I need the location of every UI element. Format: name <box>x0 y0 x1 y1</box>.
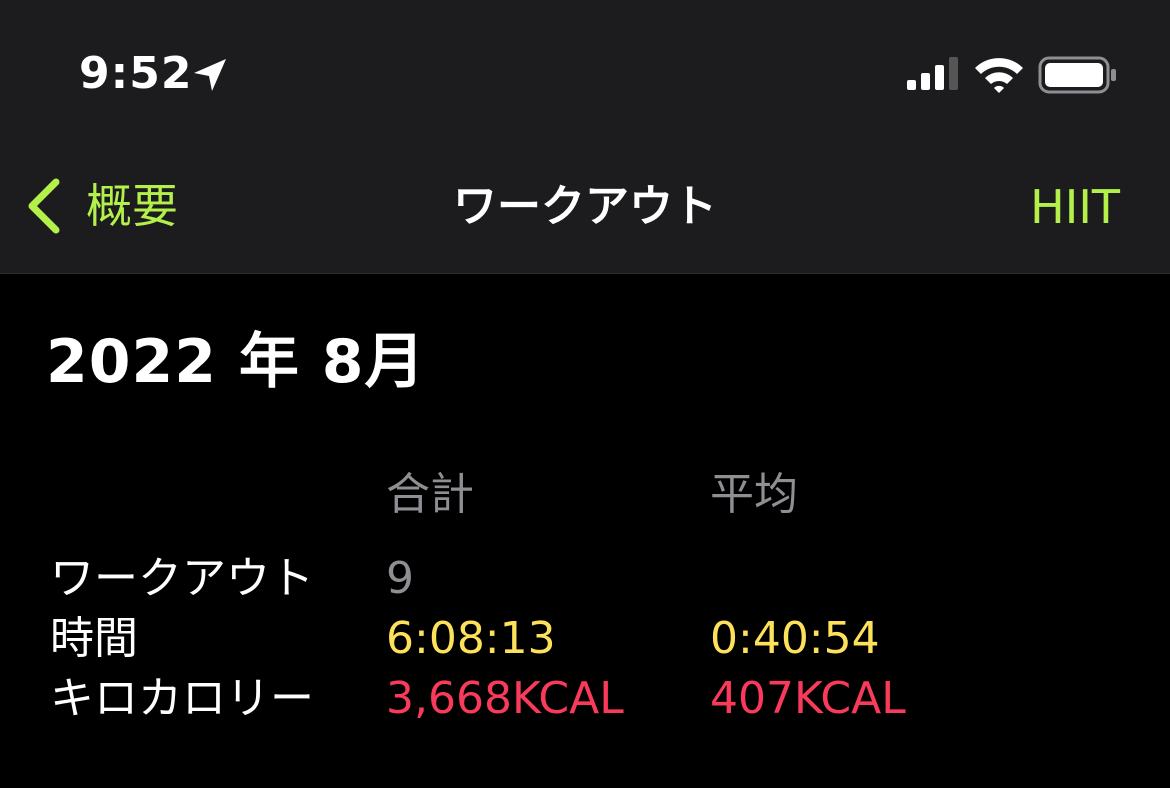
month-heading: 2022 年 8月 <box>46 327 426 397</box>
wifi-icon <box>975 58 1023 93</box>
column-header-total: 合計 <box>386 469 474 520</box>
location-arrow-icon <box>194 59 226 91</box>
navigation-bar: 概要 ワークアウト HIIT <box>0 140 1170 274</box>
column-header-average: 平均 <box>710 469 798 520</box>
page-title: ワークアウト <box>453 181 717 232</box>
workouts-total-value: 9 <box>386 553 414 604</box>
duration-total-value: 6:08:13 <box>386 613 556 664</box>
row-label-calories: キロカロリー <box>50 673 314 724</box>
duration-average-value: 0:40:54 <box>710 613 880 664</box>
status-bar: 9:52 <box>0 0 1170 140</box>
calories-average-value: 407KCAL <box>710 673 906 724</box>
cellular-signal-icon <box>907 57 958 90</box>
status-time: 9:52 <box>79 48 193 99</box>
row-label-duration: 時間 <box>50 613 138 664</box>
battery-icon <box>1038 56 1116 94</box>
calories-total-value: 3,668KCAL <box>386 673 624 724</box>
row-label-workouts: ワークアウト <box>50 553 314 604</box>
hiit-filter-button[interactable]: HIIT <box>1030 174 1120 240</box>
